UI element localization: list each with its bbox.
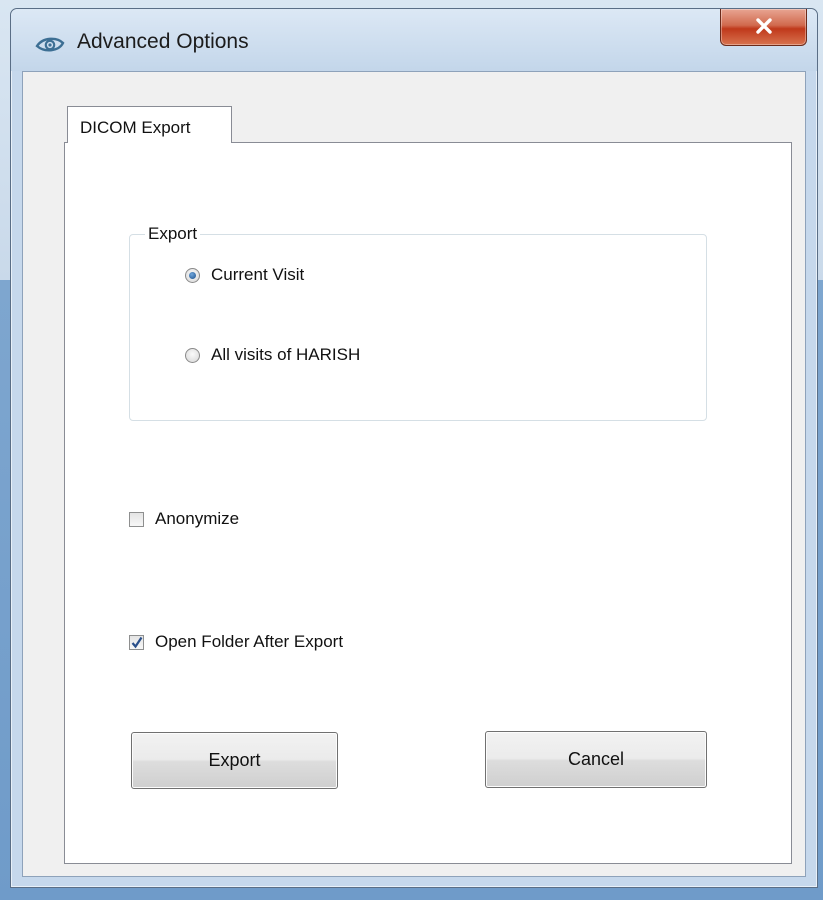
cancel-button[interactable]: Cancel: [485, 731, 707, 788]
title-bar[interactable]: Advanced Options: [11, 9, 817, 71]
advanced-options-dialog: Advanced Options DICOM Export Export Cur…: [10, 8, 818, 888]
export-groupbox-legend: Export: [145, 224, 201, 244]
radio-button-unchecked-icon: [185, 347, 200, 363]
tab-dicom-export[interactable]: DICOM Export: [67, 106, 232, 143]
checkbox-unchecked-icon: [129, 511, 144, 527]
checkbox-checked-icon: [129, 634, 144, 650]
tab-label: DICOM Export: [80, 118, 191, 137]
window-title: Advanced Options: [77, 30, 249, 53]
radio-label-all-visits: All visits of HARISH: [211, 345, 361, 364]
radio-all-visits[interactable]: All visits of HARISH: [185, 345, 360, 365]
checkbox-label-anonymize: Anonymize: [155, 509, 240, 528]
radio-label-current-visit: Current Visit: [211, 265, 305, 284]
dialog-client-area: DICOM Export Export Current Visit All vi…: [22, 71, 806, 877]
export-groupbox: Export Current Visit All visits of HARIS…: [129, 224, 707, 421]
radio-button-checked-icon: [185, 267, 200, 283]
tab-panel-dicom-export: Export Current Visit All visits of HARIS…: [64, 142, 792, 864]
export-button[interactable]: Export: [131, 732, 338, 789]
checkbox-open-folder-after-export[interactable]: Open Folder After Export: [129, 632, 343, 652]
radio-current-visit[interactable]: Current Visit: [185, 265, 304, 285]
close-button[interactable]: [720, 9, 807, 46]
eye-icon: [35, 35, 65, 55]
close-icon: [756, 18, 772, 34]
checkbox-label-open-folder: Open Folder After Export: [155, 632, 344, 651]
checkbox-anonymize[interactable]: Anonymize: [129, 509, 239, 529]
